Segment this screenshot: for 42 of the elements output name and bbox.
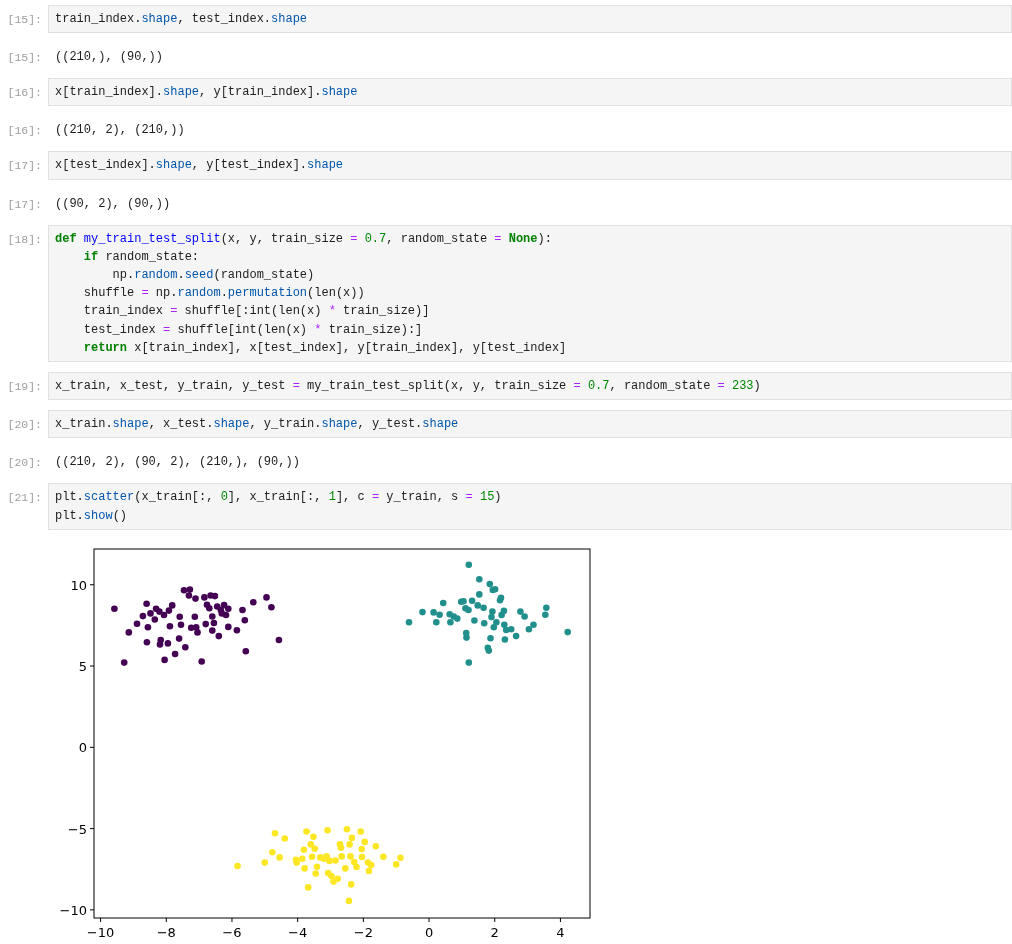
cell-prompt: [16]:: [6, 85, 43, 102]
tick-label: −2: [353, 924, 373, 940]
cell-prompt: [21]:: [6, 490, 43, 507]
code-line: np.random.seed(random_state): [111, 267, 316, 284]
cell-prompt: [19]:: [6, 379, 43, 396]
code-line: train_index.shape, test_index.shape: [55, 11, 309, 28]
cell-prompt: [15]:: [6, 50, 43, 67]
cell-prompt: [20]:: [6, 455, 43, 472]
code-line: plt.show(): [55, 507, 129, 525]
code-line: def my_train_test_split(x, y, train_size = 0.7, random_state = None):: [55, 230, 553, 248]
output-text: ((210,), (90,)): [54, 49, 165, 67]
tick-label: 0: [424, 924, 434, 940]
tick-label: −4: [288, 924, 308, 940]
output-text: ((90, 2), (90,)): [54, 195, 172, 213]
tick-label: −5: [67, 821, 87, 837]
output-text: ((210, 2), (210,)): [54, 122, 186, 140]
code-line: test_index = shuffle[int(len(x) * train_size):]: [82, 321, 424, 339]
tick-label: 10: [70, 577, 87, 593]
cell-prompt: [20]:: [6, 417, 43, 434]
cell-prompt: [17]:: [6, 158, 43, 175]
tick-label: −6: [222, 924, 242, 940]
tick-label: −8: [156, 924, 176, 940]
cell-prompt: [18]:: [6, 231, 43, 248]
tick-label: 5: [78, 658, 87, 674]
code-line: shuffle = np.random.permutation(len(x)): [82, 285, 366, 303]
cell-prompt: [15]:: [6, 12, 43, 28]
tick-label: −10: [59, 902, 87, 918]
code-line: return x[train_index], x[test_index], y[train_index], y[test_index]: [82, 339, 568, 357]
tick-label: 2: [490, 924, 499, 940]
tick-label: 0: [78, 740, 87, 756]
code-line: x_train, x_test, y_train, y_test = my_train_test_split(x, y, train_size = 0.7, random_state = 233): [55, 378, 762, 396]
tick-label: −10: [86, 924, 115, 940]
cell-prompt: [16]:: [6, 123, 43, 140]
code-line: x_train.shape, x_test.shape, y_train.shape, y_test.shape: [55, 416, 460, 434]
code-line: x[train_index].shape, y[train_index].shape: [55, 84, 359, 102]
code-line: train_index = shuffle[:int(len(x) * train_size)]: [82, 303, 431, 321]
code-line: x[test_index].shape, y[test_index].shape: [55, 157, 345, 175]
code-line: plt.scatter(x_train[:, 0], x_train[:, 1], c = y_train, s = 15): [55, 489, 503, 507]
cell-prompt: [17]:: [6, 196, 43, 213]
tick-label: 4: [556, 924, 565, 940]
code-line: if random_state:: [82, 248, 201, 266]
output-text: ((210, 2), (90, 2), (210,), (90,)): [54, 454, 301, 472]
